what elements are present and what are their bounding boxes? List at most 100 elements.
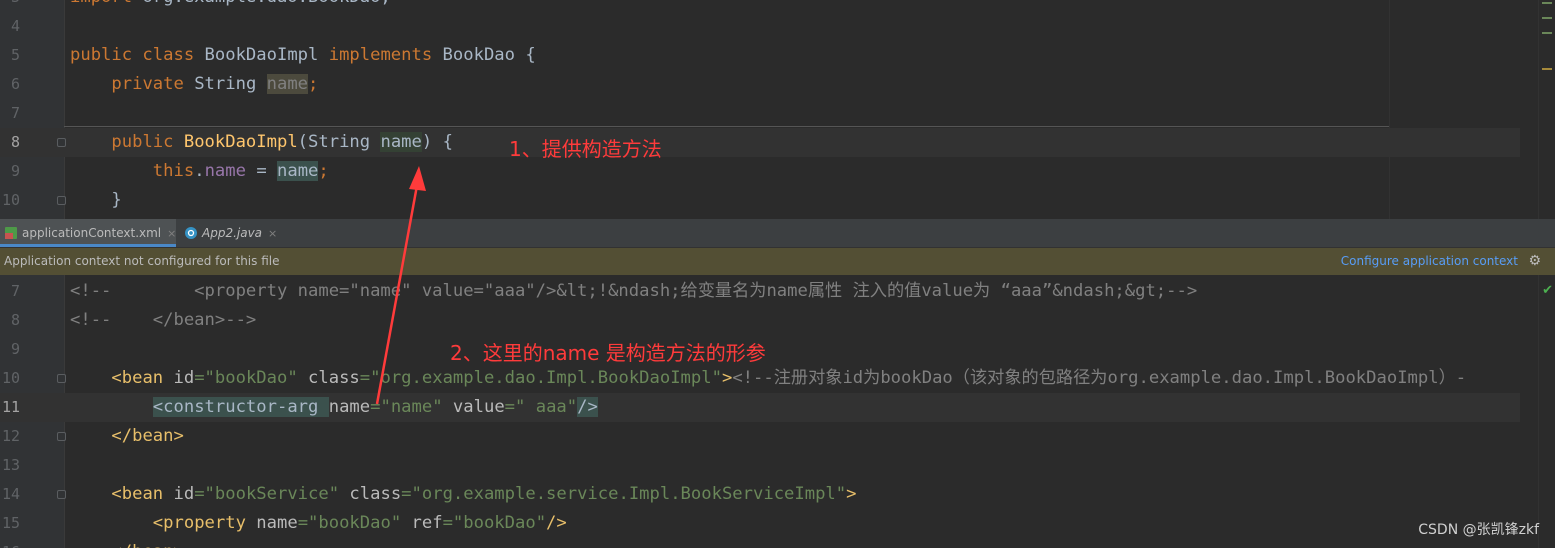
- code-token: <bean: [111, 484, 174, 504]
- code-line[interactable]: 9 this.name = name;: [0, 157, 1520, 186]
- java-scroll-strip[interactable]: [1538, 0, 1555, 219]
- code-text: public class BookDaoImpl implements Book…: [70, 41, 536, 70]
- line-number: 8: [10, 311, 20, 329]
- code-token: name: [277, 161, 319, 181]
- caret-row-outline: [64, 126, 1389, 127]
- code-token: implements: [328, 45, 443, 65]
- code-line[interactable]: 6 private String name;: [0, 70, 1520, 99]
- watermark: CSDN @张凯锋zkf: [1418, 522, 1539, 538]
- code-token: ="org.example.dao.Impl.BookDaoImpl": [359, 368, 722, 388]
- code-token: </bean>: [111, 542, 183, 548]
- gear-icon[interactable]: ⚙: [1528, 248, 1541, 274]
- code-token: ="name": [370, 397, 453, 417]
- code-token: ="bookDao": [442, 513, 547, 533]
- code-line[interactable]: 7 <!-- <property name="name" value="aaa"/…: [0, 277, 1520, 306]
- code-line[interactable]: 15 <property name="bookDao" ref="bookDao…: [0, 509, 1520, 538]
- java-class-icon: [185, 227, 197, 239]
- code-token: public class: [70, 45, 205, 65]
- code-token: >: [721, 368, 733, 388]
- xml-scroll-strip[interactable]: ✔: [1538, 275, 1555, 548]
- code-line[interactable]: 16 </bean>: [0, 538, 1520, 548]
- code-token: <!-- </bean>-->: [70, 310, 257, 330]
- code-token: class: [349, 484, 402, 504]
- line-number: 7: [10, 104, 20, 122]
- editor-tab-bar: applicationContext.xml × App2.java ×: [0, 219, 1555, 248]
- code-text: }: [70, 186, 122, 215]
- line-number: 9: [10, 340, 20, 358]
- code-token: private: [111, 74, 195, 94]
- code-token: <constructor-arg: [152, 397, 329, 417]
- code-line[interactable]: 8 <!-- </bean>-->: [0, 306, 1520, 335]
- code-token: ="bookDao": [194, 368, 309, 388]
- code-token: ;: [308, 74, 319, 94]
- code-token: public: [111, 132, 184, 152]
- code-token: ;: [318, 161, 329, 181]
- code-token: =: [245, 161, 278, 181]
- xml-editor[interactable]: 7 <!-- <property name="name" value="aaa"/…: [0, 275, 1555, 548]
- close-icon[interactable]: ×: [167, 227, 176, 240]
- code-line[interactable]: 5 public class BookDaoImpl implements Boo…: [0, 41, 1520, 70]
- code-token: <!-- <property name="name" value="aaa"/>…: [70, 281, 1198, 301]
- fold-icon[interactable]: [57, 196, 66, 205]
- code-line[interactable]: 13: [0, 451, 1520, 480]
- scroll-mark: [1542, 17, 1552, 19]
- tab-application-context-xml[interactable]: applicationContext.xml ×: [0, 219, 176, 247]
- fold-icon[interactable]: [57, 138, 66, 147]
- xml-file-icon: [5, 227, 17, 239]
- code-token: id: [173, 484, 195, 504]
- line-number: 8: [10, 133, 20, 151]
- tab-app2-java[interactable]: App2.java ×: [180, 219, 280, 247]
- scroll-mark: [1542, 32, 1552, 34]
- code-token: this: [152, 161, 195, 181]
- code-token: ref: [411, 513, 443, 533]
- code-line[interactable]: 14 <bean id="bookService" class="org.exa…: [0, 480, 1520, 509]
- code-text: public BookDaoImpl(String name) {: [70, 128, 453, 157]
- code-text: <!-- <property name="name" value="aaa"/>…: [70, 277, 1197, 306]
- code-text: import org.example.dao.BookDao;: [70, 0, 391, 12]
- fold-icon[interactable]: [57, 490, 66, 499]
- code-line[interactable]: 3 import org.example.dao.BookDao;: [0, 0, 1520, 12]
- code-token: .: [194, 161, 205, 181]
- code-token: ) {: [421, 132, 453, 152]
- code-token: />: [546, 513, 567, 533]
- fold-icon[interactable]: [57, 374, 66, 383]
- annotation-2: 2、这里的name 是构造方法的形参: [450, 341, 766, 365]
- code-line[interactable]: 10 <bean id="bookDao" class="org.example…: [0, 364, 1520, 393]
- code-token: <bean: [111, 368, 174, 388]
- code-token: =" aaa": [504, 397, 578, 417]
- code-line[interactable]: 7: [0, 99, 1520, 128]
- code-line[interactable]: 4: [0, 12, 1520, 41]
- line-number: 10: [1, 369, 20, 387]
- line-number: 13: [1, 456, 20, 474]
- code-token: <property: [152, 513, 257, 533]
- code-text: private String name;: [70, 70, 318, 99]
- line-number: 15: [1, 514, 20, 532]
- code-token: name: [204, 161, 246, 181]
- fold-icon[interactable]: [57, 432, 66, 441]
- code-line[interactable]: 10 }: [0, 186, 1520, 215]
- code-line[interactable]: 8 public BookDaoImpl(String name) {: [0, 128, 1520, 157]
- code-text: </bean>: [70, 538, 183, 548]
- configure-context-link[interactable]: Configure application context: [1341, 248, 1518, 274]
- code-line[interactable]: 11 <constructor-arg name="name" value=" …: [0, 393, 1520, 422]
- tab-label: App2.java: [202, 226, 263, 240]
- code-token: >: [846, 484, 857, 504]
- scroll-mark: [1542, 2, 1552, 4]
- code-token: id: [173, 368, 195, 388]
- close-icon[interactable]: ×: [268, 227, 277, 240]
- code-text: <bean id="bookService" class="org.exampl…: [70, 480, 857, 509]
- line-number: 12: [1, 427, 20, 445]
- java-editor[interactable]: 3 import org.example.dao.BookDao; 4 5 public…: [0, 0, 1555, 219]
- line-number: 10: [1, 191, 20, 209]
- code-text: <!-- </bean>-->: [70, 306, 256, 335]
- code-token: ="org.example.service.Impl.BookServiceIm…: [401, 484, 847, 504]
- notification-text: Application context not configured for t…: [4, 254, 280, 268]
- code-token: }: [70, 190, 122, 210]
- code-line[interactable]: 12 </bean>: [0, 422, 1520, 451]
